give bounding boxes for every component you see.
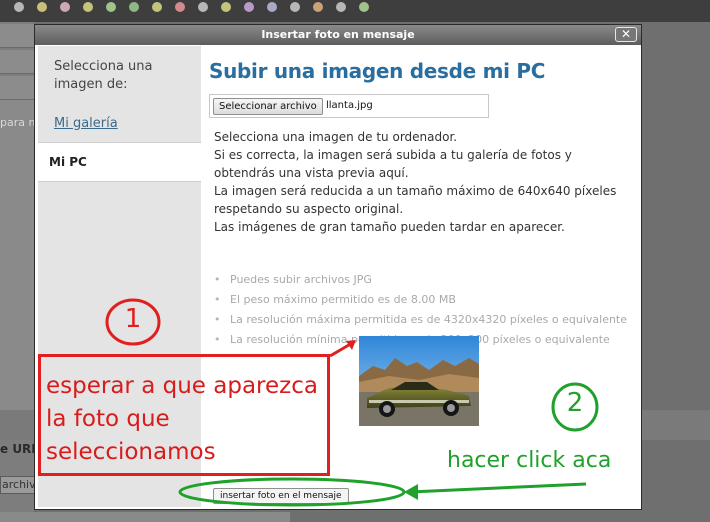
dialog-title: Insertar foto en mensaje [261, 28, 415, 41]
emoticon-icon [221, 2, 231, 12]
instructions: Selecciona una imagen de tu ordenador. S… [214, 128, 634, 236]
annotation-number-2: 2 [566, 388, 584, 418]
instruction-line: La imagen será reducida a un tamaño máxi… [214, 184, 617, 198]
background-tool-button [0, 76, 34, 100]
insert-photo-button[interactable]: insertar foto en el mensaje [213, 488, 349, 504]
selected-file-name: llanta.jpg [326, 100, 373, 111]
instruction-line: obtendrás una vista previa aquí. [214, 166, 409, 180]
background-right-area [642, 22, 710, 522]
emoticon-icon [14, 2, 24, 12]
photo-preview [359, 336, 479, 426]
list-item: El peso máximo permitido es de 8.00 MB [214, 290, 634, 310]
background-tool-button [0, 24, 34, 48]
background-textarea [0, 100, 34, 410]
instruction-line: Las imágenes de gran tamaño pueden tarda… [214, 220, 565, 234]
annotation-line: la foto que [46, 406, 170, 432]
emoticon-icon [290, 2, 300, 12]
emoticon-icon [83, 2, 93, 12]
list-item: Puedes subir archivos JPG [214, 270, 634, 290]
emoticon-icon [244, 2, 254, 12]
emoticon-icon [267, 2, 277, 12]
dialog-titlebar: Insertar foto en mensaje ✕ [35, 25, 641, 45]
sidebar-item-label: Mi PC [49, 155, 87, 169]
sidebar-item-my-gallery[interactable]: Mi galería [54, 116, 118, 131]
emoticon-icon [175, 2, 185, 12]
emoticon-icon [359, 2, 369, 12]
sidebar-heading: Selecciona una imagen de: [54, 59, 153, 92]
background-tool-button [0, 50, 34, 74]
instruction-line: respetando su aspecto original. [214, 202, 404, 216]
background-footer [0, 512, 290, 522]
background-toolbar [0, 0, 710, 22]
emoticon-icon [336, 2, 346, 12]
emoticon-icon [106, 2, 116, 12]
emoticon-icon [198, 2, 208, 12]
page-title: Subir una imagen desde mi PC [209, 59, 546, 83]
list-item: La resolución máxima permitida es de 432… [214, 310, 634, 330]
emoticon-icon [152, 2, 162, 12]
emoticon-icon [129, 2, 139, 12]
choose-file-button[interactable]: Seleccionar archivo [213, 98, 323, 115]
sidebar-item-my-pc[interactable]: Mi PC [38, 142, 201, 182]
instruction-line: Selecciona una imagen de tu ordenador. [214, 130, 458, 144]
close-button[interactable]: ✕ [615, 27, 637, 42]
close-icon: ✕ [620, 27, 632, 41]
emoticon-icon [313, 2, 323, 12]
annotation-step1-text: esperar a que aparezca la foto que selec… [46, 370, 336, 469]
annotation-line: seleccionamos [46, 439, 216, 465]
instruction-line: Si es correcta, la imagen será subida a … [214, 148, 572, 162]
annotation-line: esperar a que aparezca [46, 373, 318, 399]
annotation-number-1: 1 [124, 304, 142, 334]
emoticon-icon [37, 2, 47, 12]
emoticon-icon [60, 2, 70, 12]
annotation-step2-text: hacer click aca [447, 448, 612, 473]
file-input[interactable]: Seleccionar archivo llanta.jpg [209, 94, 489, 118]
